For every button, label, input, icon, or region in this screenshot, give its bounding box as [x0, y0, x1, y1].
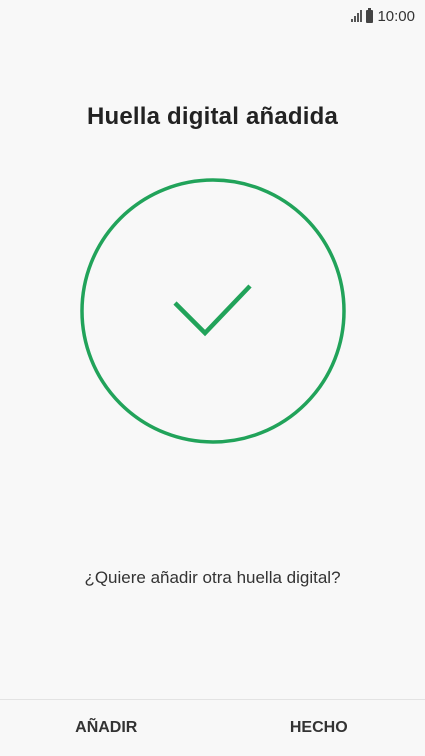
bottom-action-bar: AÑADIR HECHO: [0, 699, 425, 756]
checkmark-circle-icon: [80, 178, 346, 444]
add-another-prompt: ¿Quiere añadir otra huella digital?: [84, 568, 341, 587]
checkmark-icon: [173, 284, 252, 337]
status-bar: 10:00: [0, 0, 425, 32]
signal-icon: [351, 10, 363, 22]
status-time: 10:00: [377, 7, 415, 25]
add-button[interactable]: AÑADIR: [0, 700, 213, 756]
success-circle: [80, 178, 346, 444]
page-title: Huella digital añadida: [86, 103, 339, 130]
done-button[interactable]: HECHO: [213, 700, 425, 756]
fingerprint-added-screen: 10:00 Huella digital añadida ¿Quiere aña…: [0, 0, 425, 756]
battery-icon: [366, 7, 374, 23]
